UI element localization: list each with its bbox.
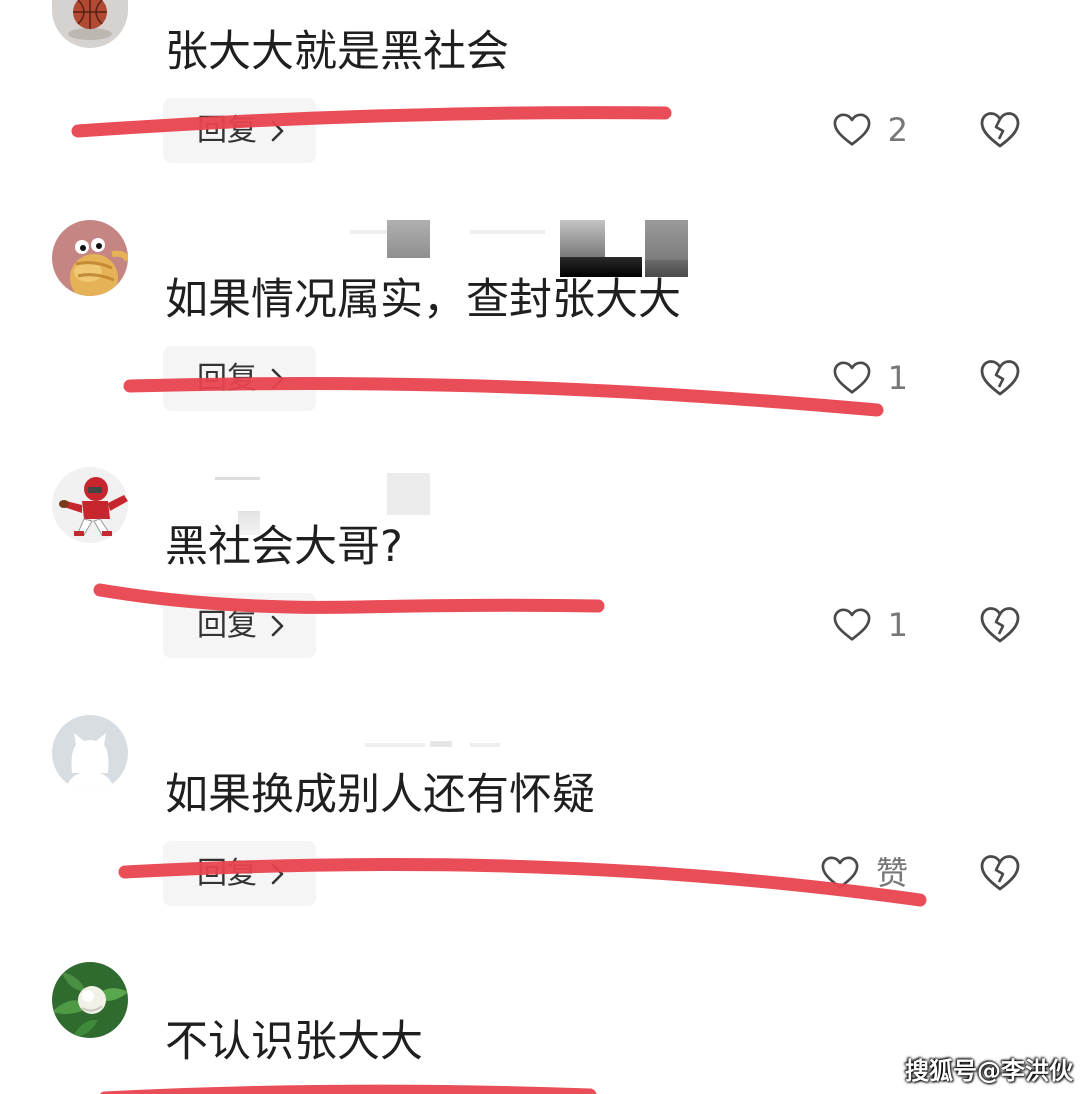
- reply-label: 回复: [197, 360, 257, 396]
- broken-heart-icon: [980, 607, 1020, 643]
- reply-label: 回复: [197, 855, 257, 891]
- watermark: 搜狐号@李洪伙: [905, 1057, 1073, 1085]
- like-button[interactable]: 2: [833, 110, 908, 150]
- broken-heart-icon: [980, 855, 1020, 891]
- basketball-avatar-image: [52, 0, 128, 48]
- comment-text: 如果情况属实，查封张大大: [165, 275, 681, 325]
- dislike-button[interactable]: [979, 606, 1021, 644]
- reply-button[interactable]: 回复: [163, 346, 316, 411]
- heart-outline-icon: [833, 361, 871, 394]
- chevron-right-icon: [271, 863, 284, 884]
- like-count: 1: [887, 359, 908, 397]
- comment-text: 张大大就是黑社会: [165, 27, 509, 77]
- dislike-button[interactable]: [979, 359, 1021, 397]
- reply-button[interactable]: 回复: [163, 98, 316, 163]
- heart-outline-icon: [821, 856, 859, 889]
- like-count: 1: [887, 606, 908, 644]
- red-underline-annotations: [71, 106, 927, 1094]
- reply-label: 回复: [197, 607, 257, 643]
- reply-button[interactable]: 回复: [163, 841, 316, 906]
- flower-avatar-image: [52, 962, 128, 1038]
- broken-heart-icon: [980, 360, 1020, 396]
- reply-button[interactable]: 回复: [163, 593, 316, 658]
- like-button[interactable]: 赞: [821, 853, 908, 893]
- comment-text: 如果换成别人还有怀疑: [165, 770, 595, 820]
- like-count: 2: [887, 111, 908, 149]
- dislike-button[interactable]: [979, 854, 1021, 892]
- blurred-username: [0, 467, 1080, 537]
- broken-heart-icon: [980, 112, 1020, 148]
- blurred-username: [0, 715, 1080, 755]
- chevron-right-icon: [271, 368, 284, 389]
- like-button[interactable]: 1: [833, 358, 908, 398]
- user-avatar[interactable]: [52, 0, 128, 48]
- like-button[interactable]: 1: [833, 605, 908, 645]
- user-avatar[interactable]: [52, 962, 128, 1038]
- comment-text: 黑社会大哥?: [165, 522, 403, 572]
- like-count: 赞: [875, 854, 908, 892]
- chevron-right-icon: [271, 615, 284, 636]
- dislike-button[interactable]: [979, 111, 1021, 149]
- heart-outline-icon: [833, 113, 871, 146]
- heart-outline-icon: [833, 608, 871, 641]
- chevron-right-icon: [271, 120, 284, 141]
- blurred-username: [0, 220, 1080, 280]
- reply-label: 回复: [197, 112, 257, 148]
- comment-text: 不认识张大大: [165, 1017, 423, 1067]
